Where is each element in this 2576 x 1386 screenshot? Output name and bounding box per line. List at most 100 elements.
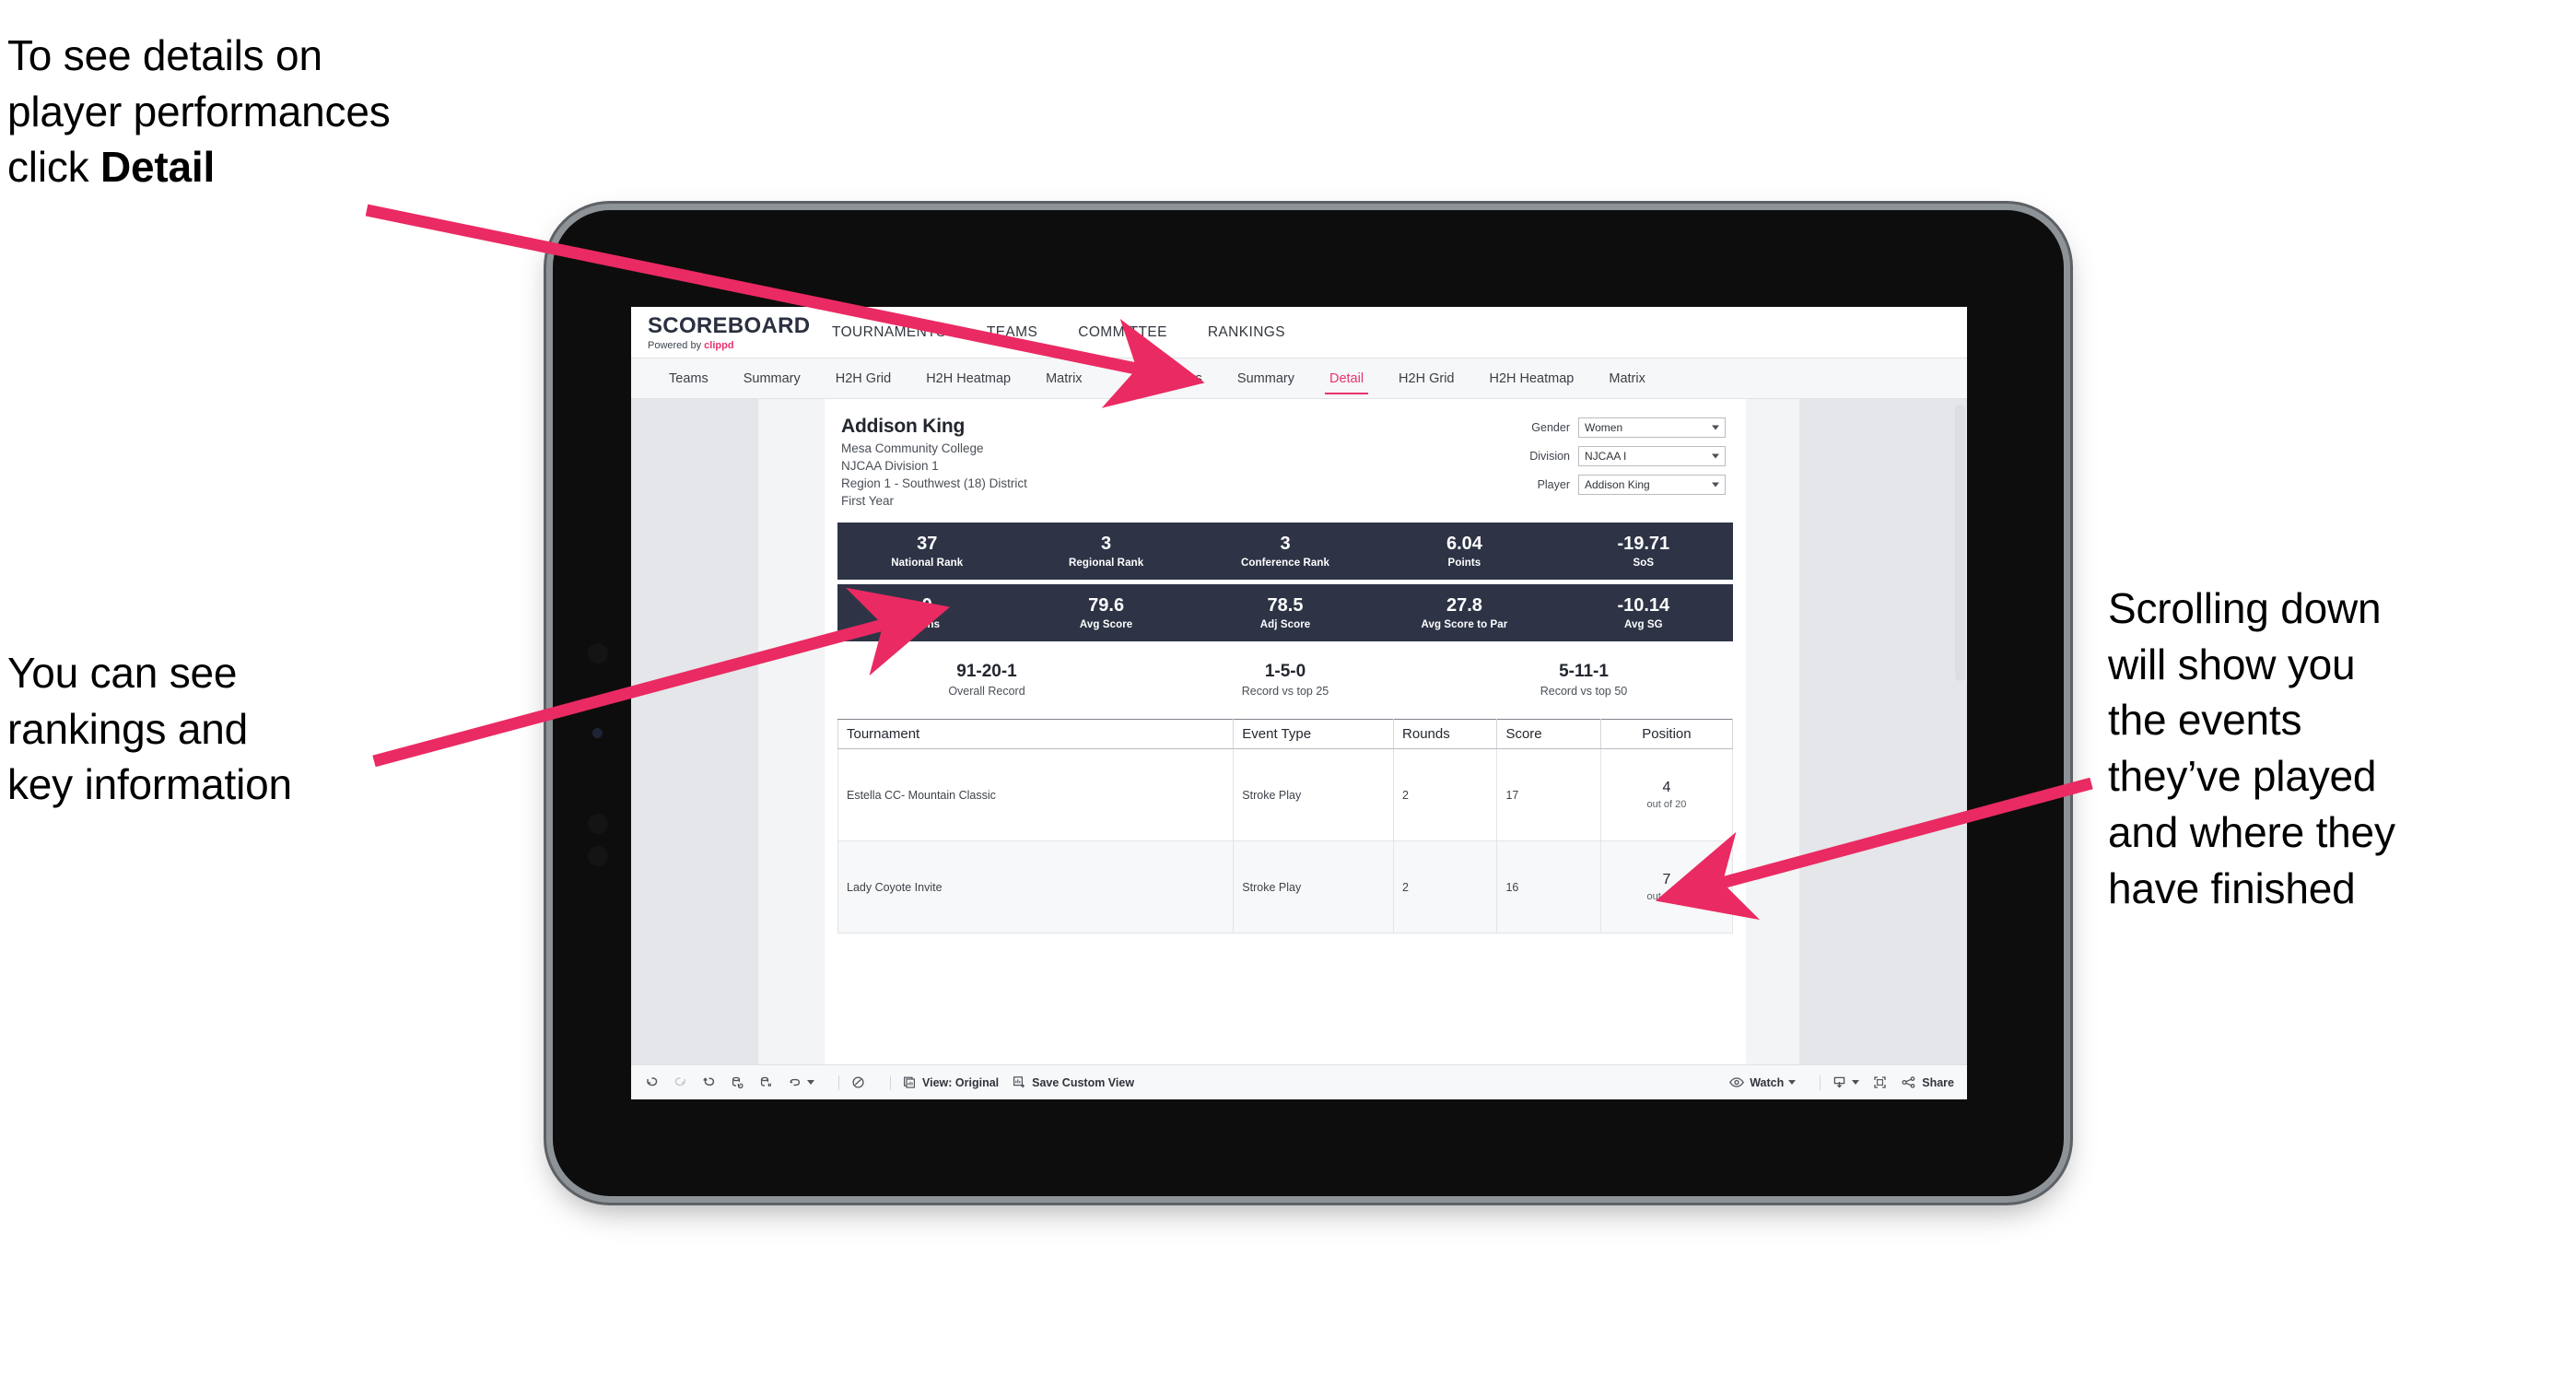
revert-button[interactable]	[701, 1075, 717, 1090]
stat-avg-score-to-par: 27.8 Avg Score to Par	[1375, 584, 1553, 641]
tab-players-h2h-heatmap[interactable]: H2H Heatmap	[1471, 358, 1591, 398]
table-header-row: Tournament Event Type Rounds Score Posit…	[837, 719, 1734, 749]
tablet-device-frame: SCOREBOARD Powered by clippd TOURNAMENTS…	[553, 210, 2064, 1196]
slide-canvas: To see details on player performances cl…	[0, 0, 2576, 1386]
column-header-score[interactable]: Score	[1496, 719, 1601, 749]
annotation-line: will show you	[2108, 640, 2356, 688]
save-custom-view-button[interactable]: Save Custom View	[1012, 1075, 1134, 1090]
filter-division: Division NJCAA I	[1497, 446, 1726, 466]
stat-adj-score: 78.5 Adj Score	[1196, 584, 1375, 641]
stat-label: Conference Rank	[1240, 557, 1330, 569]
toolbar-divider	[838, 1075, 839, 1090]
division-select[interactable]: NJCAA I	[1578, 446, 1726, 466]
cell-position: 7 out of 20	[1599, 840, 1734, 934]
stat-value: -19.71	[1617, 533, 1670, 554]
stat-label: National Rank	[891, 557, 964, 569]
brand-title: SCOREBOARD	[648, 313, 811, 338]
annotation-line: rankings and	[7, 704, 248, 753]
position-value: 7	[1662, 872, 1671, 887]
gender-select[interactable]: Women	[1578, 417, 1726, 438]
nav-item-tournaments[interactable]: TOURNAMENTS	[812, 307, 966, 358]
stat-value: 27.8	[1446, 594, 1482, 616]
nav-item-teams[interactable]: TEAMS	[966, 307, 1058, 358]
table-row[interactable]: Estella CC- Mountain Classic Stroke Play…	[837, 748, 1734, 841]
vertical-scrollbar[interactable]	[1955, 403, 1965, 1061]
tab-teams-summary[interactable]: Summary	[726, 358, 818, 398]
annotation-line: You can see	[7, 649, 238, 697]
gender-value: Women	[1585, 421, 1623, 434]
position-value: 4	[1662, 780, 1671, 795]
filter-player: Player Addison King	[1497, 475, 1726, 495]
column-header-rounds[interactable]: Rounds	[1393, 719, 1498, 749]
main-nav: TOURNAMENTS TEAMS COMMITTEE RANKINGS	[812, 307, 1306, 358]
tournament-results-table: Tournament Event Type Rounds Score Posit…	[837, 719, 1734, 934]
pause-auto-updates-icon[interactable]	[850, 1075, 866, 1090]
stat-avg-sg: -10.14 Avg SG	[1554, 584, 1733, 641]
stat-avg-score: 79.6 Avg Score	[1016, 584, 1195, 641]
stat-value: 79.6	[1088, 594, 1125, 616]
record-label: Record vs top 25	[1241, 684, 1329, 698]
redo-button[interactable]	[673, 1075, 688, 1090]
bezel-sensor-dot	[588, 846, 608, 866]
cell-event-type: Stroke Play	[1233, 748, 1395, 841]
download-button[interactable]	[1832, 1075, 1860, 1090]
tab-players-h2h-grid[interactable]: H2H Grid	[1381, 358, 1471, 398]
column-header-tournament[interactable]: Tournament	[837, 719, 1235, 749]
share-label: Share	[1922, 1075, 1954, 1089]
nav-item-rankings[interactable]: RANKINGS	[1188, 307, 1306, 358]
tab-teams-matrix[interactable]: Matrix	[1028, 358, 1099, 398]
stat-value: 6.04	[1446, 533, 1482, 554]
watch-button[interactable]: Watch	[1728, 1075, 1797, 1090]
annotation-line: click Detail	[7, 139, 597, 195]
cell-score: 17	[1496, 748, 1601, 841]
tab-players-summary[interactable]: Summary	[1220, 358, 1312, 398]
bezel-camera-dot	[592, 728, 603, 738]
annotation-line: player performances	[7, 87, 391, 135]
pause-data-button[interactable]	[758, 1075, 774, 1090]
canvas-left-margin	[631, 399, 758, 1064]
tab-teams[interactable]: Teams	[651, 358, 726, 398]
brand-logo[interactable]: SCOREBOARD Powered by clippd	[631, 307, 812, 358]
tab-players[interactable]: Players	[1141, 358, 1220, 398]
filter-label: Gender	[1531, 421, 1570, 434]
annotation-bottom-left: You can see rankings and key information	[7, 645, 468, 813]
player-detail-sheet: Addison King Mesa Community College NJCA…	[825, 399, 1746, 1064]
bezel-sensor-dot	[588, 814, 608, 834]
toolbar-divider	[890, 1075, 891, 1090]
toolbar-divider	[1820, 1075, 1821, 1090]
scrollbar-thumb[interactable]	[1955, 405, 1965, 681]
record-label: Overall Record	[948, 684, 1025, 698]
tab-players-detail[interactable]: Detail	[1312, 358, 1381, 398]
share-button[interactable]: Share	[1901, 1075, 1954, 1090]
tab-teams-h2h-grid[interactable]: H2H Grid	[818, 358, 908, 398]
cell-rounds: 2	[1393, 840, 1498, 934]
pause-refresh-dropdown[interactable]	[787, 1075, 814, 1090]
bezel-sensor-dot	[588, 643, 608, 664]
tab-teams-h2h-heatmap[interactable]: H2H Heatmap	[908, 358, 1028, 398]
refresh-data-button[interactable]	[730, 1075, 745, 1090]
annotation-line: Scrolling down	[2108, 584, 2382, 632]
stat-points: 6.04 Points	[1375, 523, 1553, 580]
table-row[interactable]: Lady Coyote Invite Stroke Play 2 16 7 ou…	[837, 840, 1734, 934]
stat-conference-rank: 3 Conference Rank	[1196, 523, 1375, 580]
column-header-position[interactable]: Position	[1599, 719, 1734, 749]
chevron-down-icon	[1712, 425, 1719, 430]
fullscreen-button[interactable]	[1872, 1075, 1888, 1090]
player-select[interactable]: Addison King	[1578, 475, 1726, 495]
app-header: SCOREBOARD Powered by clippd TOURNAMENTS…	[631, 307, 1967, 358]
annotation-line: To see details on	[7, 31, 322, 79]
annotation-emphasis: Detail	[100, 143, 216, 192]
stat-value: 3	[1101, 533, 1112, 554]
powered-by-text: Powered by	[648, 340, 705, 351]
tab-players-matrix[interactable]: Matrix	[1591, 358, 1662, 398]
view-original-button[interactable]: View: Original	[902, 1075, 999, 1090]
player-header: Addison King Mesa Community College NJCA…	[825, 399, 1746, 517]
nav-item-committee[interactable]: COMMITTEE	[1058, 307, 1188, 358]
record-vs-top-50: 5-11-1 Record vs top 50	[1434, 654, 1733, 704]
cell-tournament: Estella CC- Mountain Classic	[837, 748, 1235, 841]
column-header-event-type[interactable]: Event Type	[1233, 719, 1395, 749]
dashboard-canvas: Addison King Mesa Community College NJCA…	[631, 399, 1967, 1064]
cell-position: 4 out of 20	[1599, 748, 1734, 841]
undo-button[interactable]	[644, 1075, 660, 1090]
stat-value: 78.5	[1267, 594, 1304, 616]
